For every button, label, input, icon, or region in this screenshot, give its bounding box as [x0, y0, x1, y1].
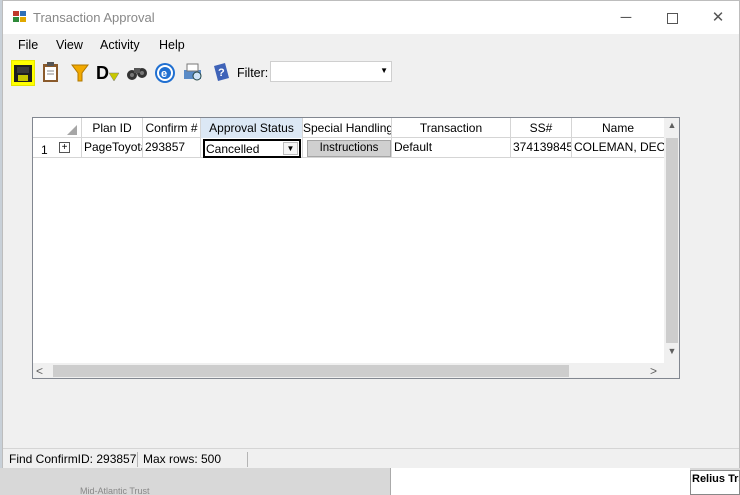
cell-plan-id[interactable]: PageToyota	[82, 138, 143, 158]
scroll-right-icon[interactable]: >	[650, 364, 657, 378]
column-header-ssn[interactable]: SS#	[511, 118, 572, 138]
menu-help[interactable]: Help	[159, 38, 185, 52]
cell-confirm[interactable]: 293857	[143, 138, 201, 158]
grid-header: Plan ID Confirm # Approval Status Specia…	[33, 118, 665, 138]
filter-button[interactable]	[69, 60, 93, 86]
chevron-down-icon[interactable]: ▼	[283, 142, 298, 155]
clipboard-icon	[43, 62, 58, 82]
background-panel	[390, 468, 690, 495]
cell-transaction[interactable]: Default	[392, 138, 511, 158]
status-separator	[247, 452, 248, 467]
save-button[interactable]	[11, 60, 35, 86]
select-all-icon	[67, 125, 77, 135]
background-relius-label: Relius Tra	[690, 470, 740, 495]
horizontal-scrollbar[interactable]: < >	[33, 363, 664, 378]
expand-icon[interactable]: +	[59, 142, 70, 153]
binoculars-icon	[127, 68, 147, 80]
print-preview-button[interactable]	[181, 60, 205, 86]
column-header-plan-id[interactable]: Plan ID	[82, 118, 143, 138]
background-apps: Mid-Atlantic Trust Relius Tra	[0, 468, 740, 495]
grid-corner[interactable]	[33, 118, 82, 138]
status-bar: Find ConfirmID: 293857 Max rows: 500	[3, 448, 739, 468]
close-button[interactable]: ✕	[695, 1, 740, 34]
row-number: 1	[41, 143, 48, 157]
maximize-button[interactable]	[649, 1, 695, 34]
maximize-icon	[666, 12, 678, 24]
scrollbar-corner	[664, 363, 679, 378]
print-preview-icon	[184, 63, 202, 81]
filter-dropdown[interactable]: ▼	[270, 61, 392, 82]
column-header-confirm[interactable]: Confirm #	[143, 118, 201, 138]
svg-text:D: D	[96, 63, 109, 83]
menu-activity[interactable]: Activity	[100, 38, 140, 52]
column-header-special-handling[interactable]: Special Handling	[303, 118, 392, 138]
status-separator	[137, 452, 138, 467]
horizontal-scroll-thumb[interactable]	[53, 365, 569, 377]
scroll-up-icon[interactable]: ▲	[664, 120, 679, 134]
window-title: Transaction Approval	[33, 10, 155, 25]
find-button[interactable]	[125, 60, 149, 86]
status-find-confirm-id: Find ConfirmID: 293857	[9, 452, 137, 466]
menu-file[interactable]: File	[18, 38, 38, 52]
scroll-down-icon[interactable]: ▼	[664, 346, 679, 360]
d-arrow-button[interactable]: D	[95, 60, 120, 86]
column-header-transaction[interactable]: Transaction	[392, 118, 511, 138]
globe-icon: e	[155, 63, 175, 83]
save-icon	[14, 65, 32, 82]
clipboard-button[interactable]	[39, 60, 63, 86]
title-bar[interactable]: Transaction Approval ─ ✕	[3, 1, 739, 34]
cell-name[interactable]: COLEMAN, DEON	[572, 138, 665, 158]
help-book-icon: ?	[214, 63, 229, 81]
instructions-button[interactable]: Instructions	[307, 140, 391, 157]
minimize-button[interactable]: ─	[603, 1, 649, 34]
d-arrow-icon: D	[96, 63, 120, 83]
row-header[interactable]: 1 +	[33, 138, 82, 158]
transaction-approval-window: Transaction Approval ─ ✕ File View Activ…	[2, 0, 740, 468]
transactions-grid: Plan ID Confirm # Approval Status Specia…	[32, 117, 680, 379]
status-max-rows: Max rows: 500	[143, 452, 222, 466]
funnel-icon	[71, 64, 89, 82]
toolbar: D e ? Filter: ▼	[3, 56, 739, 89]
scroll-left-icon[interactable]: <	[36, 364, 43, 378]
chevron-down-icon: ▼	[380, 66, 388, 75]
column-header-name[interactable]: Name	[572, 118, 665, 138]
app-icon	[13, 11, 27, 23]
menu-view[interactable]: View	[56, 38, 83, 52]
menu-bar: File View Activity Help	[3, 34, 739, 56]
vertical-scrollbar[interactable]: ▲ ▼	[664, 118, 679, 363]
column-header-approval-status[interactable]: Approval Status	[201, 118, 303, 138]
help-button[interactable]: ?	[209, 60, 233, 86]
vertical-scroll-thumb[interactable]	[666, 138, 678, 343]
minimize-icon: ─	[620, 9, 632, 26]
web-button[interactable]: e	[153, 60, 177, 86]
svg-text:e: e	[161, 68, 167, 80]
background-text: Mid-Atlantic Trust	[80, 486, 150, 495]
approval-status-value: Cancelled	[206, 142, 260, 156]
approval-status-dropdown[interactable]: Cancelled ▼	[203, 139, 301, 158]
close-icon: ✕	[711, 9, 725, 26]
svg-text:?: ?	[218, 67, 225, 79]
cell-ssn[interactable]: 374139845	[511, 138, 572, 158]
filter-label: Filter:	[237, 66, 269, 80]
